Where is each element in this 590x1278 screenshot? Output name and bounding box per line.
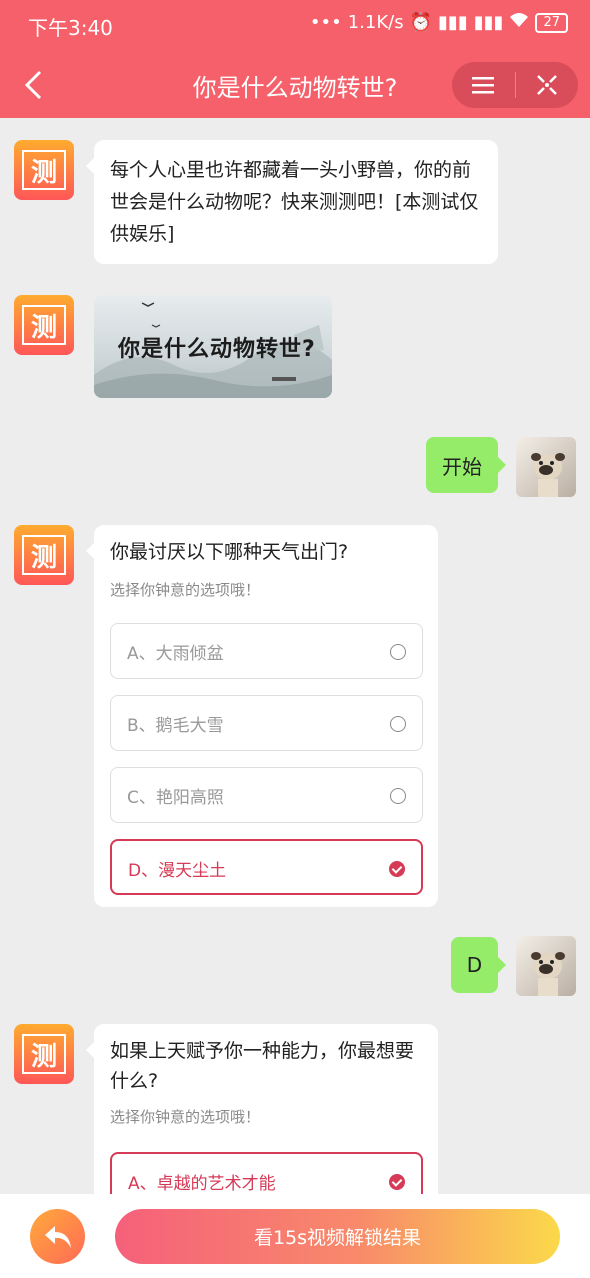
pug-photo	[531, 952, 565, 996]
option-label: A、大雨倾盆	[127, 644, 224, 664]
bot-avatar-char: 测	[22, 305, 66, 345]
option-label: B、鹅毛大雪	[127, 716, 224, 736]
option-label: C、艳阳高照	[127, 788, 224, 808]
cover-image[interactable]: 你是什么动物转世?	[94, 295, 332, 398]
user-avatar	[516, 437, 576, 497]
bot-avatar-char: 测	[22, 535, 66, 575]
question1-option-c[interactable]: C、艳阳高照	[110, 767, 423, 823]
share-arrow-icon	[44, 1225, 71, 1248]
question1-option-d[interactable]: D、漫天尘土	[110, 839, 423, 895]
mini-program-capsule	[452, 62, 578, 108]
user-avatar	[516, 936, 576, 996]
unlock-result-button[interactable]: 看15s视频解锁结果	[115, 1209, 560, 1264]
radio-empty-icon	[390, 788, 406, 804]
radio-empty-icon	[390, 644, 406, 660]
question2-text: 如果上天赋予你一种能力，你最想要什么?	[110, 1040, 415, 1092]
bottom-action-bar: 看15s视频解锁结果	[0, 1194, 590, 1278]
close-button[interactable]	[516, 62, 579, 108]
status-time: 下午3:40	[28, 16, 113, 40]
bot-avatar: 测	[14, 1024, 74, 1084]
menu-button[interactable]	[452, 62, 515, 108]
wifi-icon	[509, 12, 529, 33]
question1-hint: 选择你钟意的选项哦！	[110, 581, 261, 599]
signal-icon: ▮▮▮	[438, 12, 468, 33]
bot-avatar-char: 测	[22, 1034, 66, 1074]
question2-hint: 选择你钟意的选项哦！	[110, 1108, 261, 1126]
status-bar: 下午3:40 ••• 1.1K/s ⏰ ▮▮▮ ▮▮▮ 27	[0, 0, 590, 50]
status-right: ••• 1.1K/s ⏰ ▮▮▮ ▮▮▮ 27	[310, 12, 568, 33]
option-label: A、卓越的艺术才能	[128, 1174, 276, 1194]
app-header: 下午3:40 ••• 1.1K/s ⏰ ▮▮▮ ▮▮▮ 27 你是什么动物转世?	[0, 0, 590, 118]
question1-text: 你最讨厌以下哪种天气出门?	[110, 541, 349, 563]
network-speed: 1.1K/s	[347, 12, 404, 33]
user-message-start: 开始	[426, 437, 506, 493]
bot-avatar: 测	[14, 525, 74, 585]
intro-bubble: 每个人心里也许都藏着一头小野兽，你的前世会是什么动物呢？快来测测吧！[本测试仅供…	[86, 140, 498, 264]
signal-icon-2: ▮▮▮	[473, 12, 504, 33]
menu-icon	[472, 77, 495, 94]
battery-icon: 27	[535, 12, 568, 33]
question1-option-b[interactable]: B、鹅毛大雪	[110, 695, 423, 751]
bot-avatar: 测	[14, 295, 74, 355]
bot-avatar: 测	[14, 140, 74, 200]
pug-photo	[531, 453, 565, 497]
radio-checked-icon	[389, 1174, 405, 1190]
intro-text: 每个人心里也许都藏着一头小野兽，你的前世会是什么动物呢？快来测测吧！[本测试仅供…	[110, 159, 479, 245]
radio-checked-icon	[389, 861, 405, 877]
cover-caption: 你是什么动物转世?	[118, 337, 316, 362]
more-dots-icon: •••	[309, 12, 342, 33]
option-label: D、漫天尘土	[128, 861, 227, 881]
share-button[interactable]	[30, 1209, 85, 1264]
bot-avatar-char: 测	[22, 150, 66, 190]
user-message-answer: D	[451, 937, 506, 993]
close-target-icon	[536, 75, 557, 95]
question1-option-a[interactable]: A、大雨倾盆	[110, 623, 423, 679]
question1-card: 你最讨厌以下哪种天气出门? 选择你钟意的选项哦！ A、大雨倾盆 B、鹅毛大雪 C…	[86, 525, 438, 907]
alarm-icon: ⏰	[409, 12, 433, 33]
radio-empty-icon	[390, 716, 406, 732]
